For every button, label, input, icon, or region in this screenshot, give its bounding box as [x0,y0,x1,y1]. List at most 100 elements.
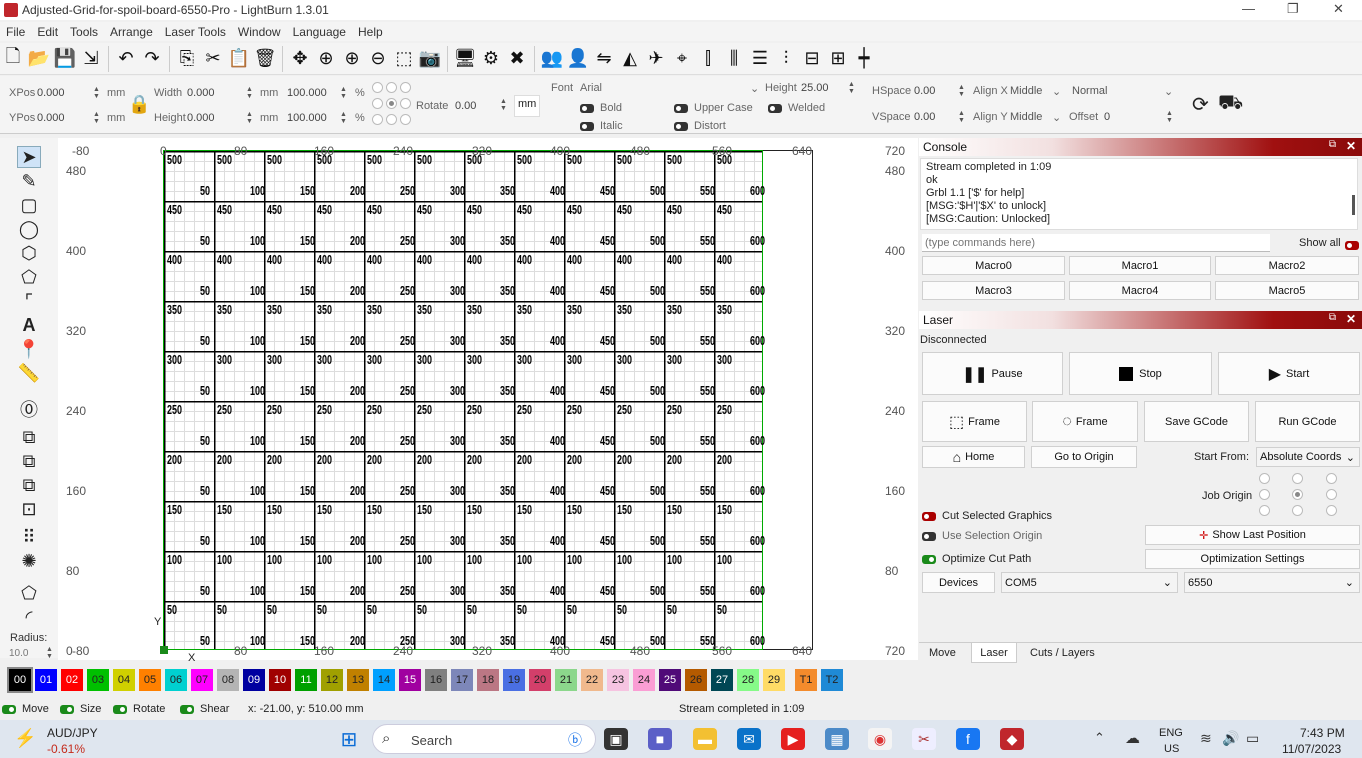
devices-button[interactable]: Devices [922,572,995,593]
zoom-frame-icon[interactable]: ⬚ [391,46,417,72]
camera-icon[interactable]: 📷 [417,46,443,72]
layer-swatch-05[interactable]: 05 [139,669,161,691]
italic-toggle[interactable]: Italic [580,120,623,132]
welded-toggle[interactable]: Welded [768,102,825,114]
macro3-button[interactable]: Macro3 [922,281,1065,300]
file-explorer-icon[interactable]: ▬ [693,728,717,750]
boolean-subtract-icon[interactable]: ⧉ [17,450,41,472]
text-mode-dropdown-icon[interactable]: ⌄ [1164,85,1173,98]
macro1-button[interactable]: Macro1 [1069,256,1211,275]
taskbar-search[interactable]: ⌕ Search ⓑ [372,724,596,754]
undo-icon[interactable]: ↶ [113,46,139,72]
units-button[interactable]: mm [514,95,541,117]
photos-icon[interactable]: ▦ [825,728,849,750]
teams-icon[interactable]: ■ [648,728,672,750]
cloud-icon[interactable]: ☁ [1125,729,1140,747]
layer-swatch-06[interactable]: 06 [165,669,187,691]
layer-swatch-19[interactable]: 19 [503,669,525,691]
speaker-icon[interactable]: 🔊 [1222,730,1239,747]
layer-swatch-T1[interactable]: T1 [795,669,817,691]
layer-swatch-20[interactable]: 20 [529,669,551,691]
cut-selected-toggle[interactable]: Cut Selected Graphics [922,510,1052,522]
monitor-icon[interactable]: 🖥 [452,46,478,72]
layer-swatch-13[interactable]: 13 [347,669,369,691]
layer-swatch-23[interactable]: 23 [607,669,629,691]
layer-swatch-03[interactable]: 03 [87,669,109,691]
windows-start-icon[interactable]: ⊞ [337,728,361,751]
rotate-input[interactable]: 0.00 [455,100,476,112]
xpos-stepper[interactable]: ▲ ▼ [93,86,100,100]
send-icon[interactable]: ✈ [643,46,669,72]
target-icon[interactable]: ⌖ [669,46,695,72]
height-stepper[interactable]: ▲ ▼ [246,111,253,125]
macro4-button[interactable]: Macro4 [1069,281,1211,300]
layer-swatch-17[interactable]: 17 [451,669,473,691]
vspace-input[interactable]: 0.00 [914,111,935,123]
position-pin-icon[interactable]: 📍 [17,338,41,360]
anchor-grid[interactable] [372,82,414,128]
xpos-input[interactable]: 0.000 [37,87,65,99]
distort-toggle[interactable]: Distort [674,120,726,132]
clock-date[interactable]: 11/07/2023 [1282,742,1341,756]
zoom-in-icon[interactable]: ⊕ [339,46,365,72]
layer-swatch-04[interactable]: 04 [113,669,135,691]
menu-help[interactable]: Help [358,25,383,39]
layer-swatch-26[interactable]: 26 [685,669,707,691]
layer-swatch-28[interactable]: 28 [737,669,759,691]
battery-icon[interactable]: ▭ [1246,730,1259,747]
console-close-icon[interactable]: ✕ [1346,139,1356,153]
shear-toggle[interactable]: Shear [180,703,229,715]
move-toggle[interactable]: Move [2,703,49,715]
zoom-out-icon[interactable]: ⊖ [365,46,391,72]
menu-language[interactable]: Language [293,25,346,39]
start-from-select[interactable]: Absolute Coords ⌄ [1256,447,1360,467]
vspace-stepper[interactable]: ▲ ▼ [958,110,965,124]
lock-icon[interactable]: 🔒 [128,94,150,115]
layer-swatch-24[interactable]: 24 [633,669,655,691]
polygon-icon[interactable]: ⬡ [17,242,41,264]
weld-icon[interactable]: ⊡ [17,498,41,520]
open-folder-icon[interactable]: 📂 [26,46,52,72]
layer-swatch-25[interactable]: 25 [659,669,681,691]
workspace-canvas[interactable]: 500 50 500 100 500 150 500 200 500 250 500 300 500 35… [58,138,918,664]
menu-file[interactable]: File [6,25,25,39]
select-arrow-icon[interactable]: ➤ [17,146,41,168]
font-dropdown-icon[interactable]: ⌄ [750,82,759,95]
wifi-icon[interactable]: ≋ [1200,730,1212,747]
measure-icon[interactable]: 📏 [17,362,41,384]
rectangle-icon[interactable]: ▢ [17,194,41,216]
chrome-icon[interactable]: ◉ [868,728,892,750]
group-icon[interactable]: 👥 [539,46,565,72]
hspace-input[interactable]: 0.00 [914,85,935,97]
menu-edit[interactable]: Edit [37,25,58,39]
cut-icon[interactable]: ✂ [200,46,226,72]
scale-width-stepper[interactable]: ▲ ▼ [340,86,347,100]
macro0-button[interactable]: Macro0 [922,256,1065,275]
save-icon[interactable]: 💾 [52,46,78,72]
layer-swatch-21[interactable]: 21 [555,669,577,691]
ypos-stepper[interactable]: ▲ ▼ [93,111,100,125]
layer-swatch-15[interactable]: 15 [399,669,421,691]
chevron-up-icon[interactable]: ⌃ [1094,730,1105,746]
font-select[interactable]: Arial [580,82,762,94]
grid-array-icon[interactable]: ⠿ [17,526,41,548]
menu-window[interactable]: Window [238,25,281,39]
export-icon[interactable]: ⇲ [78,46,104,72]
rotate-stepper[interactable]: ▲ ▼ [500,98,507,112]
layer-swatch-02[interactable]: 02 [61,669,83,691]
offset-shape-icon[interactable]: ⓪ [17,398,41,420]
start-button[interactable]: ▶ Start [1218,352,1360,395]
ellipse-icon[interactable]: ◯ [17,218,41,240]
optimization-settings-button[interactable]: Optimization Settings [1145,549,1360,569]
text-tool-icon[interactable]: A [17,314,41,336]
mirror-icon[interactable]: ◭ [617,46,643,72]
align-middle-icon[interactable]: ⫶ [773,46,799,72]
optimize-cut-path-toggle[interactable]: Optimize Cut Path [922,553,1031,565]
layer-swatch-T2[interactable]: T2 [821,669,843,691]
align-x-select[interactable]: Middle [1010,85,1042,97]
text-height-stepper[interactable]: ▲ ▼ [848,81,855,95]
text-height-input[interactable]: 25.00 [801,82,829,94]
hspace-stepper[interactable]: ▲ ▼ [958,84,965,98]
settings-gear-icon[interactable]: ⚙ [478,46,504,72]
size-toggle[interactable]: Size [60,703,101,715]
